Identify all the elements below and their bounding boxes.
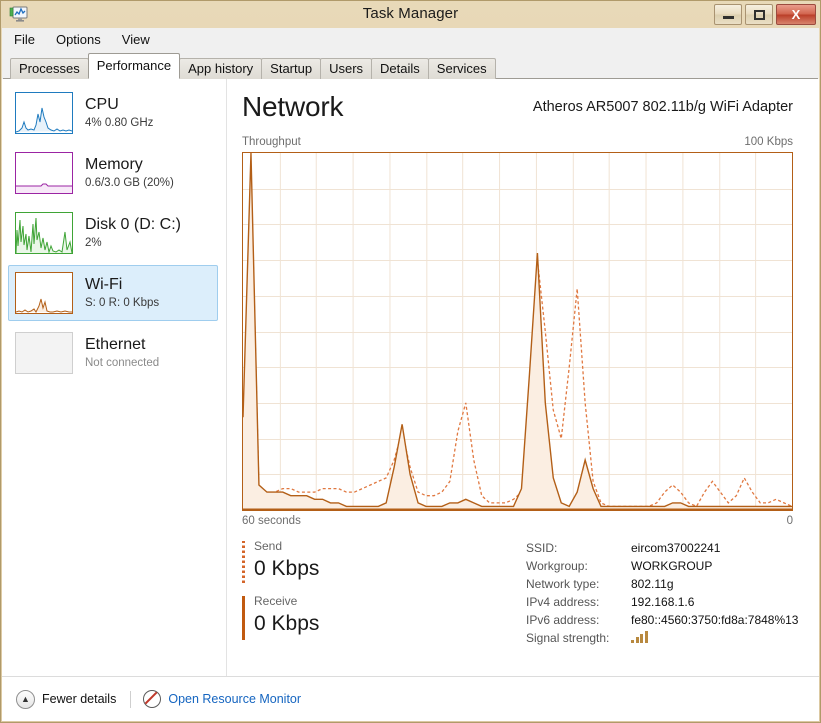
sidebar-item-sub: 0.6/3.0 GB (20%) [85, 176, 174, 189]
info-key: IPv4 address: [526, 595, 600, 609]
title-bar: Task Manager X [1, 1, 820, 28]
sidebar-item-sub: Not connected [85, 356, 160, 369]
sidebar-item-title: CPU [85, 95, 119, 113]
menu-bar: File Options View [2, 28, 819, 52]
sidebar-item-wifi[interactable]: Wi-Fi S: 0 R: 0 Kbps [8, 265, 218, 321]
legend-receive: Receive 0 Kbps [242, 594, 482, 640]
graph-foot-zero: 0 [786, 515, 793, 527]
menu-item-view[interactable]: View [113, 30, 159, 49]
info-key: Workgroup: [526, 559, 588, 573]
info-value: 802.11g [631, 577, 674, 591]
chevron-up-icon: ▲ [16, 689, 35, 709]
task-manager-window: Task Manager X File Options View Process… [0, 0, 821, 723]
tab-startup[interactable]: Startup [261, 58, 322, 79]
tab-details[interactable]: Details [371, 58, 429, 79]
sidebar-item-sub: 2% [85, 236, 102, 249]
info-value: WORKGROUP [631, 559, 713, 573]
fewer-details-label: Fewer details [42, 692, 117, 706]
sidebar-item-sub: S: 0 R: 0 Kbps [85, 296, 160, 309]
send-marker-icon [242, 541, 245, 585]
window-title: Task Manager [362, 5, 459, 22]
content-area: CPU 4% 0.80 GHz Memory 0.6/3.0 GB (20%) [2, 79, 819, 677]
sidebar-item-ethernet[interactable]: Ethernet Not connected [8, 325, 218, 381]
info-value: fe80::4560:3750:fd8a:7848%13 [631, 613, 799, 627]
info-row-network-type: Network type: 802.11g [526, 575, 809, 593]
legend-send-value: 0 Kbps [254, 557, 320, 580]
sidebar-item-cpu[interactable]: CPU 4% 0.80 GHz [8, 85, 218, 141]
resource-sidebar: CPU 4% 0.80 GHz Memory 0.6/3.0 GB (20%) [2, 79, 227, 677]
sidebar-item-title: Memory [85, 155, 143, 173]
tab-performance[interactable]: Performance [87, 53, 181, 79]
info-row-ipv4: IPv4 address: 192.168.1.6 [526, 593, 809, 611]
disk-thumbnail [15, 212, 73, 254]
footer-divider [130, 690, 132, 708]
window-controls: X [711, 4, 816, 25]
graph-label-max: 100 Kbps [744, 136, 793, 148]
legend-receive-value: 0 Kbps [254, 612, 320, 635]
sidebar-item-title: Ethernet [85, 335, 146, 353]
info-value [631, 629, 648, 648]
legend-send: Send 0 Kbps [242, 539, 482, 585]
info-key: Signal strength: [526, 631, 610, 645]
wifi-thumbnail [15, 272, 73, 314]
tab-processes[interactable]: Processes [10, 58, 89, 79]
ethernet-thumbnail [15, 332, 73, 374]
status-bar: ▲ Fewer details Open Resource Monitor [2, 676, 819, 721]
menu-item-options[interactable]: Options [47, 30, 110, 49]
menu-item-file[interactable]: File [5, 30, 44, 49]
graph-label-throughput: Throughput [242, 136, 301, 148]
info-row-signal-strength: Signal strength: [526, 629, 809, 648]
sidebar-item-title: Disk 0 (D: C:) [85, 215, 181, 233]
info-row-ipv6: IPv6 address: fe80::4560:3750:fd8a:7848%… [526, 611, 809, 629]
open-resource-monitor-link[interactable]: Open Resource Monitor [143, 690, 301, 708]
tab-services[interactable]: Services [427, 58, 496, 79]
fewer-details-button[interactable]: ▲ Fewer details [16, 689, 117, 709]
maximize-button[interactable] [745, 4, 773, 25]
throughput-graph [242, 152, 793, 511]
legend-send-label: Send [254, 539, 283, 553]
tab-app-history[interactable]: App history [179, 58, 263, 79]
network-info-table: SSID: eircom37002241 Workgroup: WORKGROU… [526, 539, 809, 648]
graph-foot-duration: 60 seconds [242, 515, 301, 527]
sidebar-item-sub: 4% 0.80 GHz [85, 116, 154, 129]
receive-marker-icon [242, 596, 245, 640]
info-row-ssid: SSID: eircom37002241 [526, 539, 809, 557]
cpu-thumbnail [15, 92, 73, 134]
sidebar-item-memory[interactable]: Memory 0.6/3.0 GB (20%) [8, 145, 218, 201]
signal-bars-icon [631, 629, 648, 643]
network-detail-panel: Network Atheros AR5007 802.11b/g WiFi Ad… [226, 79, 819, 677]
throughput-chart [243, 153, 792, 510]
tab-users[interactable]: Users [320, 58, 373, 79]
info-value: 192.168.1.6 [631, 595, 695, 609]
info-key: SSID: [526, 541, 558, 555]
minimize-button[interactable] [714, 4, 742, 25]
legend-receive-label: Receive [254, 594, 298, 608]
page-title: Network [242, 91, 344, 122]
tab-strip: Processes Performance App history Startu… [2, 51, 819, 79]
adapter-name: Atheros AR5007 802.11b/g WiFi Adapter [532, 99, 793, 115]
info-key: IPv6 address: [526, 613, 600, 627]
close-button[interactable]: X [776, 4, 816, 25]
open-resource-monitor-label: Open Resource Monitor [168, 692, 302, 706]
resource-monitor-icon [143, 690, 162, 708]
info-value: eircom37002241 [631, 541, 721, 555]
info-key: Network type: [526, 577, 600, 591]
sidebar-item-disk[interactable]: Disk 0 (D: C:) 2% [8, 205, 218, 261]
sidebar-item-title: Wi-Fi [85, 275, 123, 293]
info-row-workgroup: Workgroup: WORKGROUP [526, 557, 809, 575]
graph-legend: Send 0 Kbps Receive 0 Kbps [242, 539, 482, 649]
memory-thumbnail [15, 152, 73, 194]
